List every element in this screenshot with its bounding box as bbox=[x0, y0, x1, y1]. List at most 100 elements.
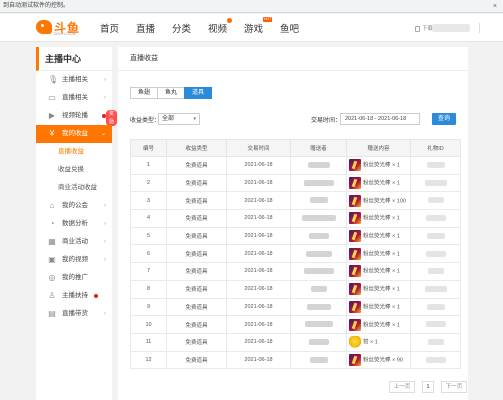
cell-no: 8 bbox=[130, 279, 167, 299]
sender-blurred bbox=[308, 338, 329, 345]
table-row: 4 免费道具 2021-06-18 粉丝荧光棒 × 1 bbox=[130, 209, 461, 228]
table-row: 7 免费道具 2021-06-18 粉丝荧光棒 × 1 bbox=[130, 262, 461, 281]
sidebar-item-label: 我的视频 bbox=[62, 256, 88, 263]
nav-live[interactable]: 直播 bbox=[136, 21, 155, 35]
sidebar-subitem-commercial-earnings[interactable]: 商业活动收益 bbox=[36, 179, 112, 197]
current-page[interactable]: 1 bbox=[422, 381, 434, 393]
sidebar-item-label: 直播带货 bbox=[62, 310, 88, 317]
cell-type: 免费道具 bbox=[166, 244, 227, 264]
cell-no: 11 bbox=[130, 332, 167, 352]
sidebar-item-support[interactable]: ♙ 主播扶持 bbox=[36, 287, 112, 305]
sidebar-item-video-rotation[interactable]: ▶ 视频轮播 奖励 bbox=[36, 107, 118, 126]
sidebar-item-guild[interactable]: ⌂ 我的公会 › bbox=[36, 197, 112, 215]
chevron-right-icon: › bbox=[104, 239, 106, 245]
table-row: 12 免费道具 2021-06-18 粉丝荧光棒 × 90 bbox=[130, 350, 461, 370]
table-row: 2 免费道具 2021-06-18 粉丝荧光棒 × 1 bbox=[130, 173, 461, 193]
cell-no: 7 bbox=[130, 262, 167, 281]
cell-no: 5 bbox=[130, 226, 167, 246]
prev-page-button[interactable]: 上一页 bbox=[389, 381, 415, 393]
gift-id-blurred bbox=[427, 338, 444, 345]
close-icon[interactable]: × bbox=[493, 0, 497, 13]
cell-type: 免费道具 bbox=[166, 173, 227, 193]
cell-content: 粉丝荧光棒 × 1 bbox=[346, 262, 411, 281]
earning-type-select[interactable]: 全部 ▾ bbox=[158, 113, 200, 125]
gift-text: 粉丝荧光棒 × 1 bbox=[363, 321, 400, 328]
cell-sender bbox=[290, 244, 347, 264]
fish-logo-icon bbox=[36, 20, 52, 34]
sender-blurred bbox=[304, 321, 333, 328]
table-header-row: 编号 收益类型 交易时间 赠送者 赠送内容 礼物ID bbox=[130, 139, 461, 157]
cell-gift-id bbox=[410, 332, 461, 352]
gift-id-blurred bbox=[427, 197, 444, 204]
support-icon: ♙ bbox=[48, 291, 56, 300]
date-range-input[interactable]: 2021-06-18 - 2021-06-18 bbox=[340, 113, 420, 125]
cell-time: 2021-06-18 bbox=[226, 244, 291, 264]
glowstick-gift-icon bbox=[349, 300, 361, 313]
sidebar-subitem-live-earnings[interactable]: 直播收益 bbox=[36, 143, 112, 161]
glowstick-gift-icon bbox=[349, 353, 361, 366]
sidebar-item-live-commerce[interactable]: ▤ 直播带货 › bbox=[36, 305, 112, 323]
tab-fishball[interactable]: 鱼丸 bbox=[157, 87, 185, 99]
table-row: 6 免费道具 2021-06-18 粉丝荧光棒 × 1 bbox=[130, 244, 461, 264]
next-page-button[interactable]: 下一页 bbox=[441, 381, 467, 393]
cell-gift-id bbox=[410, 156, 461, 175]
page-title: 直播收益 bbox=[118, 47, 468, 71]
filter-bar: 收益类型： 全部 ▾ 交易时间： 2021-06-18 - 2021-06-18… bbox=[130, 113, 460, 125]
sidebar-title: 主播中心 bbox=[36, 47, 112, 71]
shop-icon: ▤ bbox=[48, 309, 56, 318]
col-header-gift-id: 礼物ID bbox=[410, 139, 461, 157]
guild-icon: ⌂ bbox=[49, 201, 55, 210]
glowstick-gift-icon bbox=[349, 283, 361, 296]
cell-type: 免费道具 bbox=[166, 279, 227, 299]
cell-sender bbox=[290, 297, 347, 317]
douyu-logo[interactable]: 斗鱼 DOUYU.COM bbox=[36, 18, 88, 38]
gift-id-blurred bbox=[425, 356, 446, 363]
sidebar-subitem-exchange[interactable]: 收益兑换 bbox=[36, 161, 112, 179]
nav-game[interactable]: 游戏 bbox=[244, 21, 263, 35]
col-header-content: 赠送内容 bbox=[346, 139, 411, 157]
sidebar-item-label: 数据分析 bbox=[62, 220, 88, 227]
sidebar-item-my-videos[interactable]: ▣ 我的视频 › bbox=[36, 251, 112, 269]
main-panel: 直播收益 鱼翅 鱼丸 道具 收益类型： 全部 ▾ 交易时间： 2021-06-18 … bbox=[118, 47, 468, 400]
currency-tabs: 鱼翅 鱼丸 道具 bbox=[130, 87, 212, 99]
cell-time: 2021-06-18 bbox=[226, 191, 291, 211]
query-button[interactable]: 查询 bbox=[432, 113, 456, 125]
sidebar-item-my-earnings[interactable]: ¥ 我的收益 ⌄ bbox=[36, 125, 112, 143]
sidebar-item-analytics[interactable]: ◔ 数据分析 › bbox=[36, 215, 112, 233]
sender-blurred bbox=[307, 162, 330, 169]
sender-blurred bbox=[303, 268, 334, 275]
sidebar-item-live[interactable]: ▭ 直播相关 › bbox=[36, 89, 112, 107]
tab-props[interactable]: 道具 bbox=[184, 87, 212, 99]
cell-no: 6 bbox=[130, 244, 167, 264]
sidebar-item-promotion[interactable]: ◎ 我的推广 bbox=[36, 269, 112, 287]
tab-fishfin[interactable]: 鱼翅 bbox=[130, 87, 158, 99]
chevron-right-icon: › bbox=[104, 221, 106, 227]
sender-blurred bbox=[301, 215, 336, 222]
nav-category[interactable]: 分类 bbox=[172, 21, 191, 35]
sidebar-item-commercial[interactable]: ▦ 商业活动 › bbox=[36, 233, 112, 251]
chevron-right-icon: › bbox=[104, 203, 106, 209]
cell-gift-id bbox=[410, 262, 461, 281]
notification-dot bbox=[94, 294, 98, 298]
cell-no: 2 bbox=[130, 173, 167, 193]
user-info-blurred[interactable] bbox=[432, 24, 470, 32]
cell-sender bbox=[290, 315, 347, 334]
cell-type: 免费道具 bbox=[166, 297, 227, 317]
top-navigation: 斗鱼 DOUYU.COM 首页 直播 分类 视频 游戏 HOT 鱼吧 下载 bbox=[0, 14, 503, 42]
nav-home[interactable]: 首页 bbox=[100, 21, 119, 35]
chevron-down-icon: ▾ bbox=[193, 116, 196, 122]
sender-blurred bbox=[305, 250, 332, 257]
nav-fishbar[interactable]: 鱼吧 bbox=[280, 21, 299, 35]
cell-no: 3 bbox=[130, 191, 167, 211]
gift-text: 粉丝荧光棒 × 1 bbox=[363, 215, 400, 222]
table-row: 8 免费道具 2021-06-18 粉丝荧光棒 × 1 bbox=[130, 279, 461, 299]
nav-video[interactable]: 视频 bbox=[208, 21, 227, 35]
gift-text: 粉丝荧光棒 × 1 bbox=[363, 180, 400, 187]
download-button[interactable]: 下载 bbox=[415, 24, 433, 32]
table-row: 3 免费道具 2021-06-18 粉丝荧光棒 × 100 bbox=[130, 191, 461, 211]
cell-type: 免费道具 bbox=[166, 226, 227, 246]
cell-time: 2021-06-18 bbox=[226, 209, 291, 228]
col-header-no: 编号 bbox=[130, 139, 167, 157]
gift-text: 粉丝荧光棒 × 100 bbox=[363, 198, 406, 205]
sidebar-item-anchor[interactable]: 🎙 主播相关 › bbox=[36, 71, 112, 89]
